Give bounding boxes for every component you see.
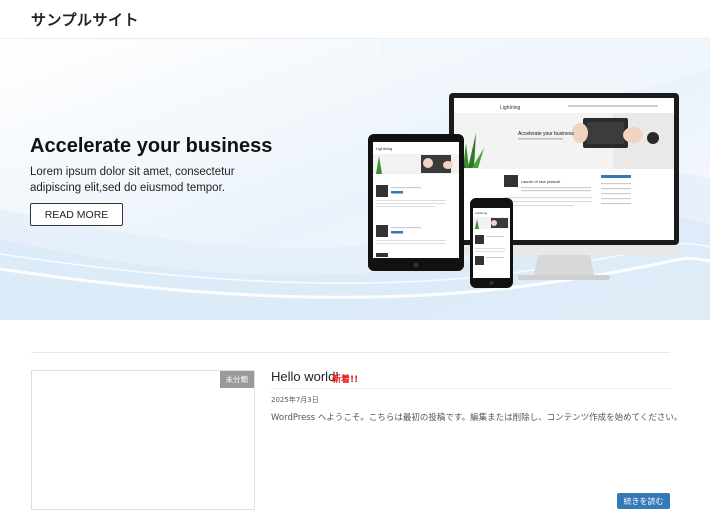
post-date: 2025年7月3日: [271, 396, 319, 404]
new-label: 新着!!: [332, 375, 359, 385]
mockup-post-title: Launch of new product!: [521, 180, 560, 184]
mockup-headline: Accelerate your business: [518, 131, 574, 137]
mockup-brand-monitor: Lightning: [500, 105, 521, 111]
hero-slider: Accelerate your business Lorem ipsum dol…: [0, 39, 710, 320]
post-title[interactable]: Hello world!: [271, 369, 339, 384]
post-thumbnail[interactable]: 未分類: [31, 370, 255, 510]
hero-text: Lorem ipsum dolor sit amet, consectetur …: [30, 166, 235, 194]
post-excerpt: WordPress へようこそ。こちらは最初の投稿です。編集または削除し、コンテ…: [271, 413, 683, 423]
mockup-brand-phone: Lightning: [475, 211, 488, 215]
read-more-button[interactable]: READ MORE: [30, 203, 123, 226]
section-divider: [31, 352, 670, 353]
site-title[interactable]: サンプルサイト: [31, 9, 139, 30]
post-title-rule: [271, 388, 670, 389]
category-badge[interactable]: 未分類: [219, 371, 254, 388]
mockup-brand-tablet: Lightning: [376, 146, 392, 151]
continue-reading-button[interactable]: 続きを読む: [617, 493, 670, 509]
device-mockup-image: Lightning Accelerate your business Launc…: [368, 93, 679, 288]
site-header: サンプルサイト: [0, 0, 710, 39]
hero-title: Accelerate your business: [30, 135, 273, 157]
